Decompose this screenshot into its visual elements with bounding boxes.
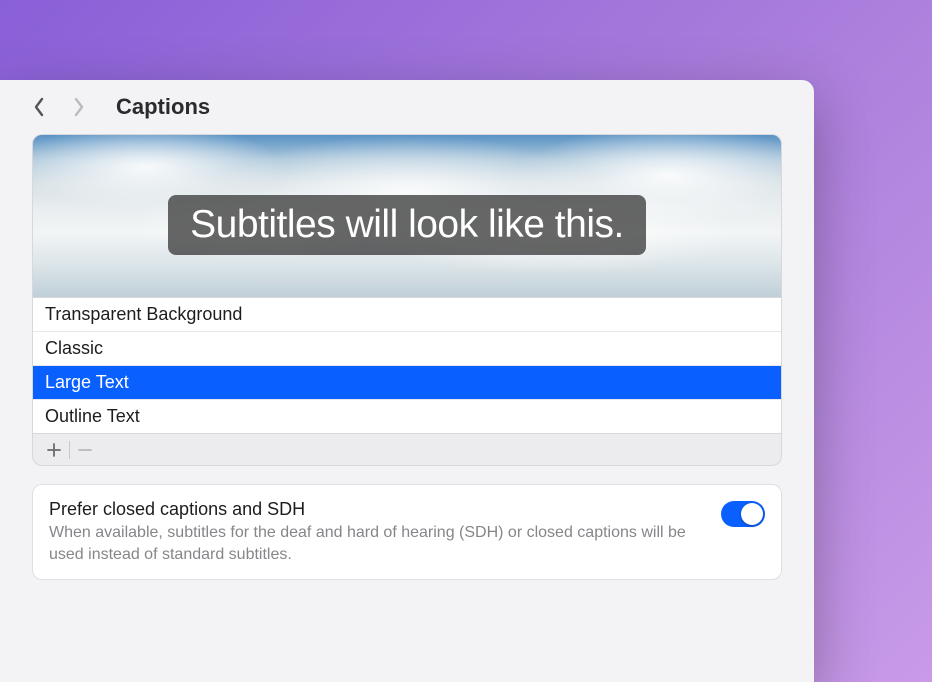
toggle-knob bbox=[741, 503, 763, 525]
preference-title: Prefer closed captions and SDH bbox=[49, 499, 701, 520]
minus-icon bbox=[78, 443, 92, 457]
chevron-left-icon bbox=[33, 97, 45, 117]
caption-style-list: Transparent Background Classic Large Tex… bbox=[32, 297, 782, 434]
style-row-classic[interactable]: Classic bbox=[33, 332, 781, 366]
style-list-footer bbox=[32, 434, 782, 466]
settings-window: Captions Subtitles will look like this. … bbox=[0, 80, 814, 682]
add-style-button[interactable] bbox=[39, 436, 69, 464]
subtitle-sample: Subtitles will look like this. bbox=[168, 195, 646, 255]
style-row-outline-text[interactable]: Outline Text bbox=[33, 400, 781, 433]
caption-preview: Subtitles will look like this. bbox=[32, 134, 782, 297]
header: Captions bbox=[0, 80, 814, 134]
plus-icon bbox=[47, 443, 61, 457]
remove-style-button[interactable] bbox=[70, 436, 100, 464]
nav-controls bbox=[32, 96, 86, 118]
back-button[interactable] bbox=[32, 96, 46, 118]
forward-button[interactable] bbox=[72, 96, 86, 118]
preference-description: When available, subtitles for the deaf a… bbox=[49, 522, 701, 565]
style-row-transparent-background[interactable]: Transparent Background bbox=[33, 298, 781, 332]
preference-section: Prefer closed captions and SDH When avai… bbox=[32, 484, 782, 580]
preference-text: Prefer closed captions and SDH When avai… bbox=[49, 499, 701, 565]
chevron-right-icon bbox=[73, 97, 85, 117]
style-row-large-text[interactable]: Large Text bbox=[33, 366, 781, 400]
page-title: Captions bbox=[116, 94, 210, 120]
content: Subtitles will look like this. Transpare… bbox=[0, 134, 814, 580]
prefer-sdh-toggle[interactable] bbox=[721, 501, 765, 527]
